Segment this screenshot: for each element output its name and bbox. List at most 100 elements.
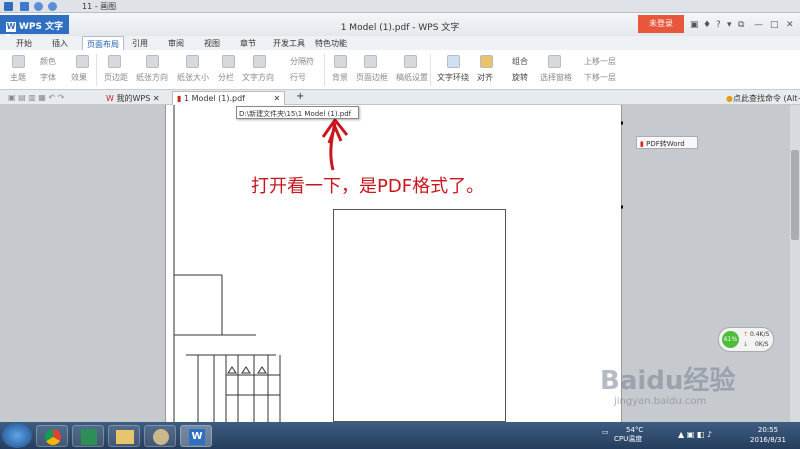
minimize-icon[interactable]: — (754, 20, 763, 30)
document-tabs: ▣ ▤ ▥ ▦ ↶ ↷ W 我的WPS ✕ ▮ 1 Model (1).pdf … (0, 90, 800, 105)
baidu-watermark-logo: Baidu经验 (600, 366, 736, 396)
scrollbar-thumb[interactable] (791, 150, 799, 240)
draft-icon[interactable] (404, 55, 417, 68)
file-path-tooltip: D:\新建文件夹\15\1 Model (1).pdf (236, 106, 359, 119)
draft-settings-button[interactable]: 稿纸设置 (396, 72, 428, 83)
ribbon: 主题 颜色 字体 效果 页边距 纸张方向 纸张大小 分栏 文字方向 分隔符 行号… (0, 50, 800, 90)
text-direction-icon[interactable] (253, 55, 266, 68)
download-speed: 0K/S (755, 341, 769, 348)
upload-speed: 0.4K/S (750, 331, 770, 338)
paint-icon[interactable] (144, 425, 176, 447)
breaks-button[interactable]: 分隔符 (290, 56, 314, 67)
undo-icon[interactable] (34, 2, 43, 11)
send-backward-button[interactable]: 下移一层 (584, 72, 616, 83)
orientation-icon[interactable] (146, 55, 159, 68)
paper-size-icon[interactable] (186, 55, 199, 68)
start-button-icon[interactable] (2, 423, 32, 448)
maximize-icon[interactable]: □ (770, 20, 779, 30)
rotate-button[interactable]: 旋转 (512, 72, 528, 83)
menu-bar: 开始 插入 页面布局 引用 审阅 视图 章节 开发工具 特色功能 (0, 36, 800, 50)
align-button[interactable]: 对齐 (477, 72, 493, 83)
quick-access-bar: 11 - 画图 (0, 0, 800, 13)
columns-icon[interactable] (222, 55, 235, 68)
login-button[interactable]: 未登录 (638, 15, 684, 33)
background-button[interactable]: 背景 (332, 72, 348, 83)
explorer-icon[interactable] (108, 425, 140, 447)
effect-icon[interactable] (76, 55, 89, 68)
text-wrap-button[interactable]: 文字环绕 (437, 72, 469, 83)
orientation-button[interactable]: 纸张方向 (136, 72, 168, 83)
save-icon[interactable] (20, 2, 29, 11)
theme-icon[interactable] (12, 55, 25, 68)
network-monitor[interactable]: 61% ↑ 0.4K/S ↓ 0K/S (718, 327, 774, 352)
drawing-rectangle (333, 209, 506, 422)
background-icon[interactable] (334, 55, 347, 68)
baidu-watermark-url: jingyan.baidu.com (614, 396, 707, 407)
cpu-temp: 54°C (626, 426, 644, 434)
text-direction-button[interactable]: 文字方向 (242, 72, 274, 83)
annotation-text: 打开看一下，是PDF格式了。 (251, 176, 485, 197)
dropdown-icon[interactable]: ▾ (727, 20, 732, 30)
font-button[interactable]: 字体 (40, 72, 56, 83)
clock-time: 20:55 (757, 426, 779, 434)
shirt-icon[interactable]: ♦ (703, 20, 711, 30)
clock[interactable]: 20:55 2016/8/31 (742, 425, 794, 445)
cpu-temp-widget[interactable]: ▭ 54°C CPU温度 (602, 426, 644, 444)
tab-developer[interactable]: 开发工具 (273, 38, 305, 49)
tab-active-document[interactable]: ▮ 1 Model (1).pdf ✕ (172, 91, 286, 105)
search-command[interactable]: ●点此查找命令 (Alt+Q) (722, 91, 800, 105)
tab-references[interactable]: 引用 (132, 38, 148, 49)
line-numbers-button[interactable]: 行号 (290, 72, 306, 83)
toolbar-icons[interactable]: ▣ ▤ ▥ ▦ ↶ ↷ (4, 91, 68, 105)
ribbon-divider (324, 54, 325, 86)
align-icon[interactable] (480, 55, 493, 68)
color-button[interactable]: 颜色 (40, 56, 56, 67)
ribbon-divider (430, 54, 431, 86)
new-tab-button[interactable]: + (292, 89, 308, 103)
chrome-icon[interactable] (36, 425, 68, 447)
tab-insert[interactable]: 插入 (52, 38, 68, 49)
ribbon-divider (96, 54, 97, 86)
effect-button[interactable]: 效果 (71, 72, 87, 83)
paper-size-button[interactable]: 纸张大小 (177, 72, 209, 83)
columns-button[interactable]: 分栏 (218, 72, 234, 83)
tab-my-wps[interactable]: W 我的WPS ✕ (102, 91, 164, 105)
bring-forward-button[interactable]: 上移一层 (584, 56, 616, 67)
qa-title: 11 - 画图 (82, 2, 117, 11)
window-title: 1 Model (1).pdf - WPS 文字 (340, 23, 460, 33)
tab-view[interactable]: 视图 (204, 38, 220, 49)
group-button[interactable]: 组合 (512, 56, 528, 67)
clock-date: 2016/8/31 (750, 436, 786, 444)
app-icon (4, 2, 13, 11)
tab-features[interactable]: 特色功能 (315, 38, 347, 49)
tab-sections[interactable]: 章节 (240, 38, 256, 49)
restore-icon[interactable]: ⧉ (738, 20, 744, 30)
pdf-to-word-button[interactable]: ▮ PDF转Word (636, 136, 698, 149)
pdf-icon: ▮ (177, 94, 182, 103)
margins-button[interactable]: 页边距 (104, 72, 128, 83)
pdf-convert-icon: ▮ (640, 140, 644, 148)
margins-icon[interactable] (108, 55, 121, 68)
page-border-icon[interactable] (364, 55, 377, 68)
tray-icons[interactable]: ▭ (602, 428, 609, 437)
tab-page-layout[interactable]: 页面布局 (82, 36, 124, 50)
wps-taskbar-icon[interactable]: W (180, 425, 212, 447)
theme-button[interactable]: 主题 (10, 72, 26, 83)
close-tab-icon[interactable]: ✕ (274, 94, 281, 103)
excel-icon[interactable] (72, 425, 104, 447)
tab-home[interactable]: 开始 (16, 38, 32, 49)
upload-arrow-icon: ↑ (743, 331, 749, 338)
text-wrap-icon[interactable] (447, 55, 460, 68)
select-pane-icon[interactable] (548, 55, 561, 68)
lightbulb-icon: ● (726, 94, 733, 103)
help-icon[interactable]: ? (716, 20, 721, 30)
tab-review[interactable]: 审阅 (168, 38, 184, 49)
page-border-button[interactable]: 页面边框 (356, 72, 388, 83)
close-icon[interactable]: ✕ (786, 20, 794, 30)
redo-icon[interactable] (48, 2, 57, 11)
wps-app-button[interactable]: WWPS 文字 ▾ (0, 15, 69, 42)
wps-tab-icon: W (106, 94, 114, 103)
system-tray-icons[interactable]: ▲ ▣ ◧ ♪ (678, 430, 712, 439)
skin-icon[interactable]: ▣ (690, 20, 699, 30)
select-pane-button[interactable]: 选择窗格 (540, 72, 572, 83)
